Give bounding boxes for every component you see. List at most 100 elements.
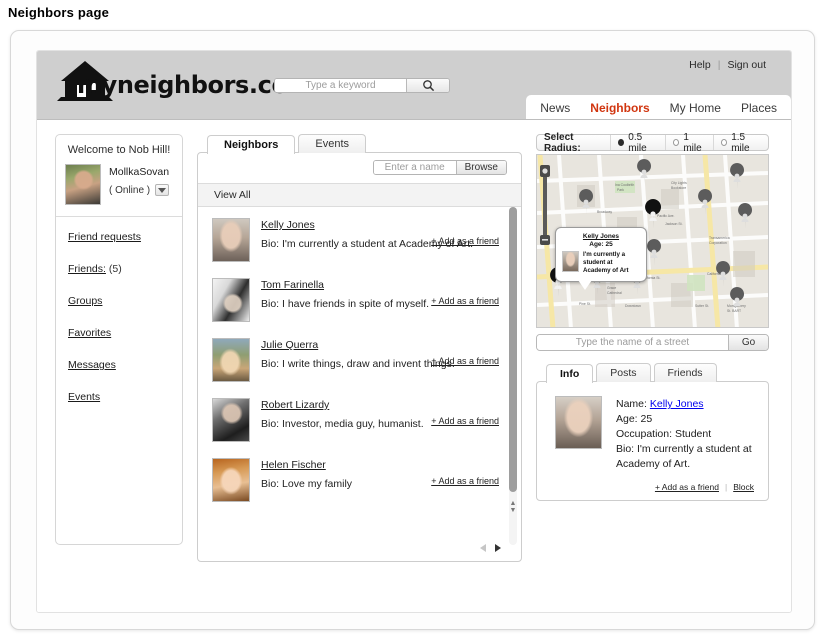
neighbor-name-link[interactable]: Julie Querra — [261, 339, 318, 351]
neighbors-list-panel: Browse View All Kelly Jones — [197, 152, 522, 562]
info-add-friend-link[interactable]: + Add as a friend — [655, 482, 719, 492]
sidebar-item-friend-requests[interactable]: Friend requests — [68, 231, 182, 243]
list-item[interactable]: Julie Querra Bio: I write things, draw a… — [198, 327, 521, 387]
profile-username[interactable]: MollkaSovan — [109, 166, 169, 178]
help-link[interactable]: Help — [682, 59, 718, 71]
search-button[interactable] — [406, 79, 449, 92]
signout-link[interactable]: Sign out — [720, 59, 773, 71]
sidebar-item-events[interactable]: Events — [68, 391, 182, 403]
nav-places[interactable]: Places — [741, 101, 777, 115]
sidebar-link-label[interactable]: Friend requests — [68, 231, 141, 243]
info-name-value[interactable]: Kelly Jones — [650, 398, 704, 410]
scrollbar-thumb[interactable] — [509, 207, 517, 492]
neighborhood-map[interactable]: Pacific Ave. California St. California S… — [536, 154, 769, 328]
add-as-friend-link[interactable]: + Add as a friend — [431, 356, 499, 366]
bubble-bio: I'm currently a student at Academy of Ar… — [583, 251, 629, 274]
radius-option-1[interactable]: 1 mile — [665, 132, 713, 154]
nav-my-home[interactable]: My Home — [670, 101, 721, 115]
browse-button[interactable]: Browse — [455, 161, 506, 174]
add-as-friend-link[interactable]: + Add as a friend — [431, 416, 499, 426]
radio-icon[interactable] — [673, 139, 680, 146]
sidebar-item-friends[interactable]: Friends: (5) — [68, 263, 182, 275]
info-block-link[interactable]: Block — [733, 482, 754, 492]
map-info-bubble[interactable]: Kelly Jones Age: 25 I'm currently a stud… — [555, 227, 647, 290]
tab-neighbors[interactable]: Neighbors — [207, 135, 296, 154]
sidebar-link-label[interactable]: Groups — [68, 295, 102, 307]
neighbor-name-link[interactable]: Robert Lizardy — [261, 399, 329, 411]
sidebar-links: Friend requests Friends: (5) Groups Favo… — [56, 217, 182, 403]
svg-text:Transamerica: Transamerica — [709, 236, 730, 240]
status-dropdown-button[interactable] — [155, 184, 170, 196]
svg-text:Pacific Ave.: Pacific Ave. — [657, 214, 675, 218]
go-button[interactable]: Go — [728, 335, 768, 350]
list-pagination — [480, 544, 501, 552]
radio-icon[interactable] — [720, 139, 728, 146]
svg-text:Jackson St.: Jackson St. — [665, 222, 683, 226]
search-input[interactable] — [275, 79, 406, 92]
neighbor-name-link[interactable]: Kelly Jones — [261, 219, 315, 231]
bubble-thumbnail[interactable] — [562, 251, 579, 272]
svg-text:Grace: Grace — [607, 286, 616, 290]
bubble-name[interactable]: Kelly Jones — [562, 233, 640, 240]
sidebar-item-groups[interactable]: Groups — [68, 295, 182, 307]
profile-status-row: ( Online ) — [109, 184, 170, 196]
next-arrow-icon[interactable] — [495, 544, 501, 552]
sidebar-link-label[interactable]: Events — [68, 391, 100, 403]
neighbors-scroll-region: Kelly Jones Bio: I'm currently a student… — [198, 207, 521, 547]
radius-option-0-5[interactable]: 0.5 mile — [610, 132, 665, 154]
nav-news[interactable]: News — [540, 101, 570, 115]
info-thumbnail[interactable] — [555, 396, 602, 449]
neighbor-name-link[interactable]: Helen Fischer — [261, 459, 326, 471]
neighbor-thumbnail[interactable] — [212, 338, 250, 382]
sidebar-link-label[interactable]: Favorites — [68, 327, 111, 339]
info-age: Age: 25 — [616, 413, 653, 425]
action-separator: | — [724, 482, 728, 492]
list-item[interactable]: Robert Lizardy Bio: Investor, media guy,… — [198, 387, 521, 447]
neighbor-thumbnail[interactable] — [212, 458, 250, 502]
add-as-friend-link[interactable]: + Add as a friend — [431, 236, 499, 246]
main-navigation: News Neighbors My Home Places — [526, 95, 791, 119]
prev-arrow-icon[interactable] — [480, 544, 486, 552]
svg-text:Park: Park — [617, 188, 624, 192]
list-item[interactable]: Kelly Jones Bio: I'm currently a student… — [198, 207, 521, 267]
add-as-friend-link[interactable]: + Add as a friend — [431, 476, 499, 486]
add-as-friend-link[interactable]: + Add as a friend — [431, 296, 499, 306]
list-item[interactable]: Helen Fischer Bio: Love my family + Add … — [198, 447, 521, 507]
tab-posts[interactable]: Posts — [596, 363, 651, 382]
left-sidebar: Welcome to Nob Hill! MollkaSovan ( Onlin… — [55, 134, 183, 612]
list-scrollbar[interactable] — [509, 207, 517, 545]
site-header: myneighbors.com Help|Sign out News Neigh… — [37, 51, 791, 120]
svg-text:Downtown: Downtown — [625, 304, 641, 308]
neighbor-thumbnail[interactable] — [212, 218, 250, 262]
sidebar-item-messages[interactable]: Messages — [68, 359, 182, 371]
tab-events[interactable]: Events — [298, 134, 367, 153]
sidebar-item-favorites[interactable]: Favorites — [68, 327, 182, 339]
name-search-row: Browse — [198, 153, 521, 183]
svg-text:St. BART: St. BART — [727, 309, 741, 313]
neighbor-name-link[interactable]: Tom Farinella — [261, 279, 324, 291]
online-status: ( Online ) — [109, 184, 151, 196]
neighbor-thumbnail[interactable] — [212, 398, 250, 442]
info-bio-line1: Bio: I'm currently a student at — [616, 443, 752, 455]
sidebar-link-label[interactable]: Messages — [68, 359, 116, 371]
keyword-search — [274, 78, 450, 93]
list-item[interactable]: Tom Farinella Bio: I have friends in spi… — [198, 267, 521, 327]
site-logo[interactable]: myneighbors.com — [51, 59, 313, 107]
radio-icon[interactable] — [618, 139, 625, 146]
street-search-input[interactable] — [537, 335, 728, 350]
scrollbar-arrows[interactable]: ▲ ▼ — [508, 500, 518, 514]
sidebar-link-label[interactable]: Friends: — [68, 263, 106, 275]
info-actions: + Add as a friend | Block — [655, 482, 754, 492]
tab-info[interactable]: Info — [546, 364, 594, 383]
info-occupation: Occupation: Student — [616, 428, 712, 440]
nav-neighbors[interactable]: Neighbors — [590, 101, 649, 115]
name-search-input[interactable] — [373, 161, 456, 174]
radius-option-1-5[interactable]: 1.5 mile — [712, 132, 768, 154]
tab-friends[interactable]: Friends — [653, 363, 717, 382]
header-utility-links: Help | Sign out — [682, 59, 773, 71]
avatar[interactable] — [65, 164, 101, 205]
view-all-link[interactable]: View All — [198, 183, 521, 207]
neighbor-thumbnail[interactable] — [212, 278, 250, 322]
svg-text:Broadway: Broadway — [597, 210, 612, 214]
svg-text:Cathedral: Cathedral — [607, 291, 622, 295]
